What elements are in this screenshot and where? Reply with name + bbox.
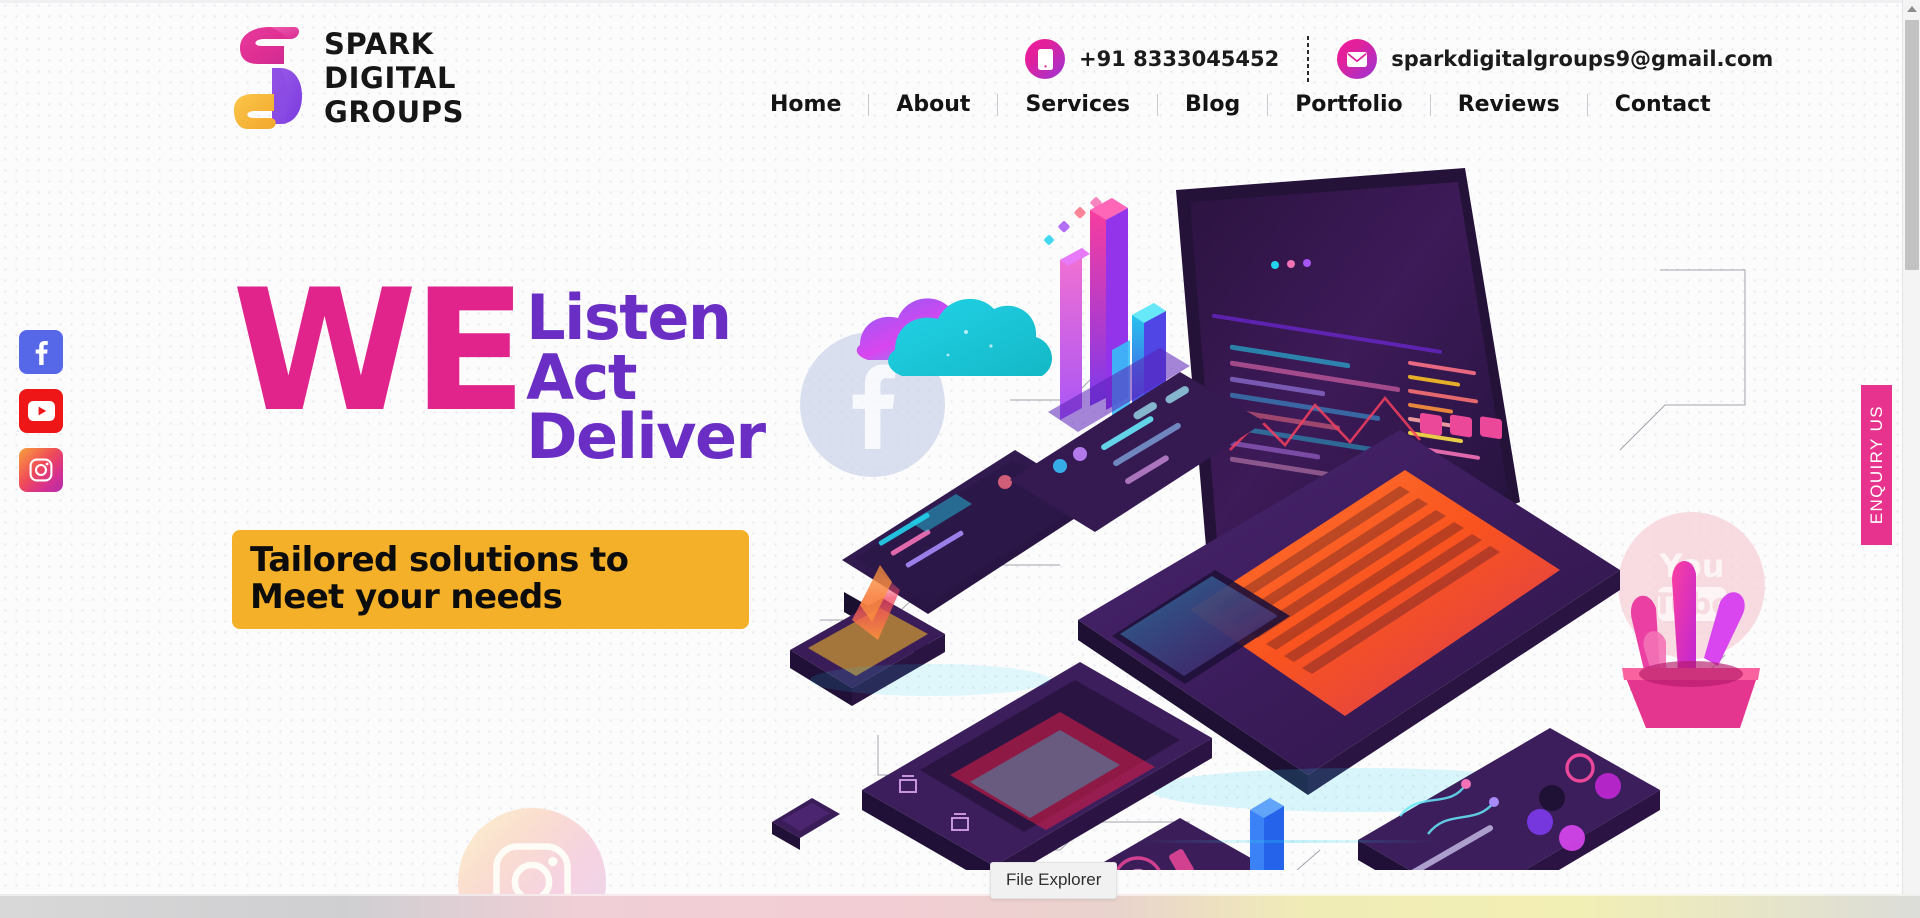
headline-line-act: Act (526, 340, 637, 414)
cactus-plant-graphic (1622, 561, 1760, 728)
main-navigation: Home About Services Blog Portfolio Revie… (770, 92, 1711, 117)
mobile-phone-icon (1025, 39, 1065, 79)
browser-viewport: SPARK DIGITAL GROUPS +91 8333045452 spar… (0, 0, 1920, 918)
youtube-icon (27, 401, 55, 421)
hero-tagline-banner: Tailored solutions to Meet your needs (232, 530, 749, 630)
website-page: SPARK DIGITAL GROUPS +91 8333045452 spar… (0, 0, 1902, 894)
nav-divider (1157, 93, 1159, 116)
enquiry-us-tab[interactable]: ENQUIRY US (1861, 385, 1892, 545)
facebook-icon (35, 340, 48, 365)
nav-item-blog[interactable]: Blog (1185, 92, 1240, 117)
hero-headline: WE Listen Act Deliver (232, 253, 772, 474)
nav-item-portfolio[interactable]: Portfolio (1295, 92, 1403, 117)
logo-wordmark: SPARK DIGITAL GROUPS (324, 27, 464, 130)
nav-divider (997, 93, 999, 116)
nav-item-services[interactable]: Services (1025, 92, 1130, 117)
header-contact-info: +91 8333045452 sparkdigitalgroups9@gmail… (1025, 36, 1773, 82)
site-header: SPARK DIGITAL GROUPS +91 8333045452 spar… (0, 0, 1902, 150)
social-rail-youtube[interactable] (19, 389, 63, 433)
envelope-icon (1337, 39, 1378, 79)
site-logo[interactable]: SPARK DIGITAL GROUPS (228, 26, 464, 130)
logo-line-2: DIGITAL (324, 60, 457, 95)
headline-line-deliver: Deliver (526, 400, 766, 474)
nav-item-about[interactable]: About (896, 92, 970, 117)
headline-line-listen: Listen (526, 281, 732, 354)
phone-number: +91 8333045452 (1079, 47, 1280, 71)
social-share-rail (19, 330, 63, 492)
nav-divider (1429, 93, 1431, 116)
logo-line-3: GROUPS (324, 95, 465, 130)
instagram-watermark-icon (458, 808, 606, 894)
enquiry-us-label: ENQUIRY US (1866, 405, 1886, 525)
vertical-scrollbar[interactable] (1902, 0, 1920, 894)
hero-section: You Tube WE Listen Act (0, 150, 1902, 894)
nav-divider (1586, 93, 1588, 116)
social-rail-instagram[interactable] (19, 448, 63, 492)
nav-divider (868, 93, 870, 116)
isometric-digital-devices-illustration (760, 150, 1760, 894)
desktop-wallpaper-strip (0, 894, 1920, 918)
social-rail-facebook[interactable] (19, 330, 63, 374)
viewport-top-edge (0, 0, 1920, 3)
contact-phone[interactable]: +91 8333045452 (1025, 39, 1279, 79)
tagline-line-2: Meet your needs (250, 576, 563, 617)
desktop-strip-sheen (0, 894, 1920, 896)
email-address: sparkdigitalgroups9@gmail.com (1391, 47, 1774, 71)
nav-item-reviews[interactable]: Reviews (1458, 92, 1560, 117)
contact-email[interactable]: sparkdigitalgroups9@gmail.com (1337, 39, 1773, 79)
spark-s-logo-icon (228, 26, 310, 130)
headline-accent-we: WE (232, 253, 527, 449)
logo-line-1: SPARK (324, 26, 434, 61)
triangle-up-icon (1907, 6, 1917, 12)
scrollbar-thumb[interactable] (1905, 20, 1919, 270)
nav-divider (1267, 93, 1269, 116)
nav-item-home[interactable]: Home (770, 92, 841, 117)
contact-divider (1307, 36, 1310, 82)
scroll-up-button[interactable] (1903, 0, 1920, 18)
chip-graphic (772, 798, 840, 850)
file-explorer-tooltip: File Explorer (990, 862, 1118, 899)
nav-item-contact[interactable]: Contact (1615, 92, 1711, 117)
headline-verb-stack: Listen Act Deliver (526, 281, 766, 474)
instagram-icon (29, 458, 53, 482)
cloud-graphic (856, 298, 1053, 376)
tagline-line-1: Tailored solutions to (250, 540, 629, 580)
